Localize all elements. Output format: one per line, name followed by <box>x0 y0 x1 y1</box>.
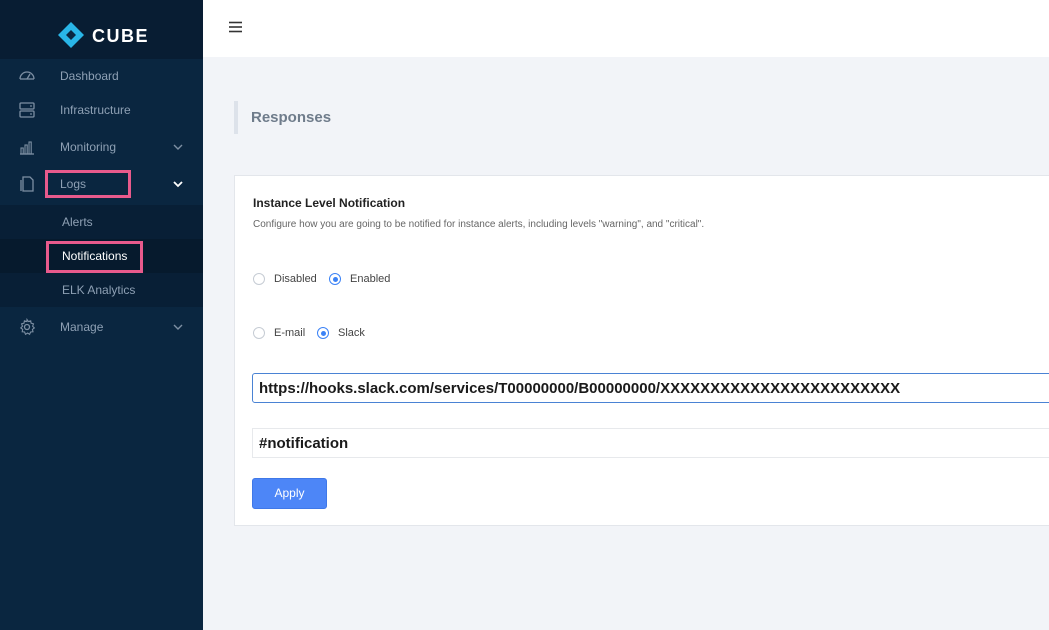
dashboard-icon <box>19 71 35 80</box>
notification-card: Instance Level Notification Configure ho… <box>234 175 1049 526</box>
apply-button[interactable]: Apply <box>252 478 327 509</box>
sidebar-subitem-elk-analytics[interactable]: ELK Analytics <box>0 273 203 307</box>
radio-label: E-mail <box>274 327 306 339</box>
document-icon <box>20 176 34 192</box>
notifications-highlight-box <box>46 241 143 273</box>
hamburger-menu-icon[interactable] <box>228 19 244 35</box>
top-bar <box>203 0 1049 57</box>
sidebar-item-infrastructure[interactable]: Infrastructure <box>0 93 203 127</box>
sidebar-item-label: Infrastructure <box>60 103 131 117</box>
radio-label: Disabled <box>274 273 317 285</box>
cube-logo-icon <box>58 22 84 48</box>
brand-name: CUBE <box>92 26 150 46</box>
sidebar-item-label: Dashboard <box>60 69 119 83</box>
card-description: Configure how you are going to be notifi… <box>253 219 705 230</box>
sidebar-item-manage[interactable]: Manage <box>0 310 203 344</box>
radio-circle[interactable] <box>253 327 265 339</box>
radio-circle[interactable] <box>329 273 341 285</box>
radio-circle[interactable] <box>253 273 265 285</box>
card-title: Instance Level Notification <box>253 196 406 210</box>
radio-circle[interactable] <box>317 327 329 339</box>
webhook-url-field[interactable] <box>252 373 1049 403</box>
radio-label: Enabled <box>350 273 391 285</box>
chevron-down-icon <box>173 324 183 330</box>
server-icon <box>19 102 35 118</box>
sidebar-subitem-alerts[interactable]: Alerts <box>0 205 203 239</box>
bar-chart-icon <box>20 141 34 155</box>
radio-label: Slack <box>338 327 365 339</box>
sidebar-item-dashboard[interactable]: Dashboard <box>0 59 203 93</box>
sidebar-item-monitoring[interactable]: Monitoring <box>0 130 203 164</box>
page-title: Responses <box>251 109 332 126</box>
slack-channel-input[interactable] <box>253 429 1049 457</box>
sidebar: CUBE Dashboard Infrastructure Monitoring <box>0 0 203 630</box>
sidebar-subitem-label: ELK Analytics <box>62 283 136 297</box>
sidebar-subitem-label: Alerts <box>62 215 93 229</box>
gear-icon <box>19 318 36 336</box>
logs-highlight-box <box>45 170 131 198</box>
slack-channel-field[interactable] <box>252 428 1049 458</box>
chevron-down-icon <box>173 144 183 150</box>
page-title-accent <box>234 101 238 134</box>
chevron-down-icon <box>173 181 183 188</box>
sidebar-item-label: Monitoring <box>60 140 117 154</box>
brand-header: CUBE <box>0 0 203 59</box>
webhook-url-input[interactable] <box>253 374 1049 402</box>
sidebar-item-label: Manage <box>60 320 104 334</box>
